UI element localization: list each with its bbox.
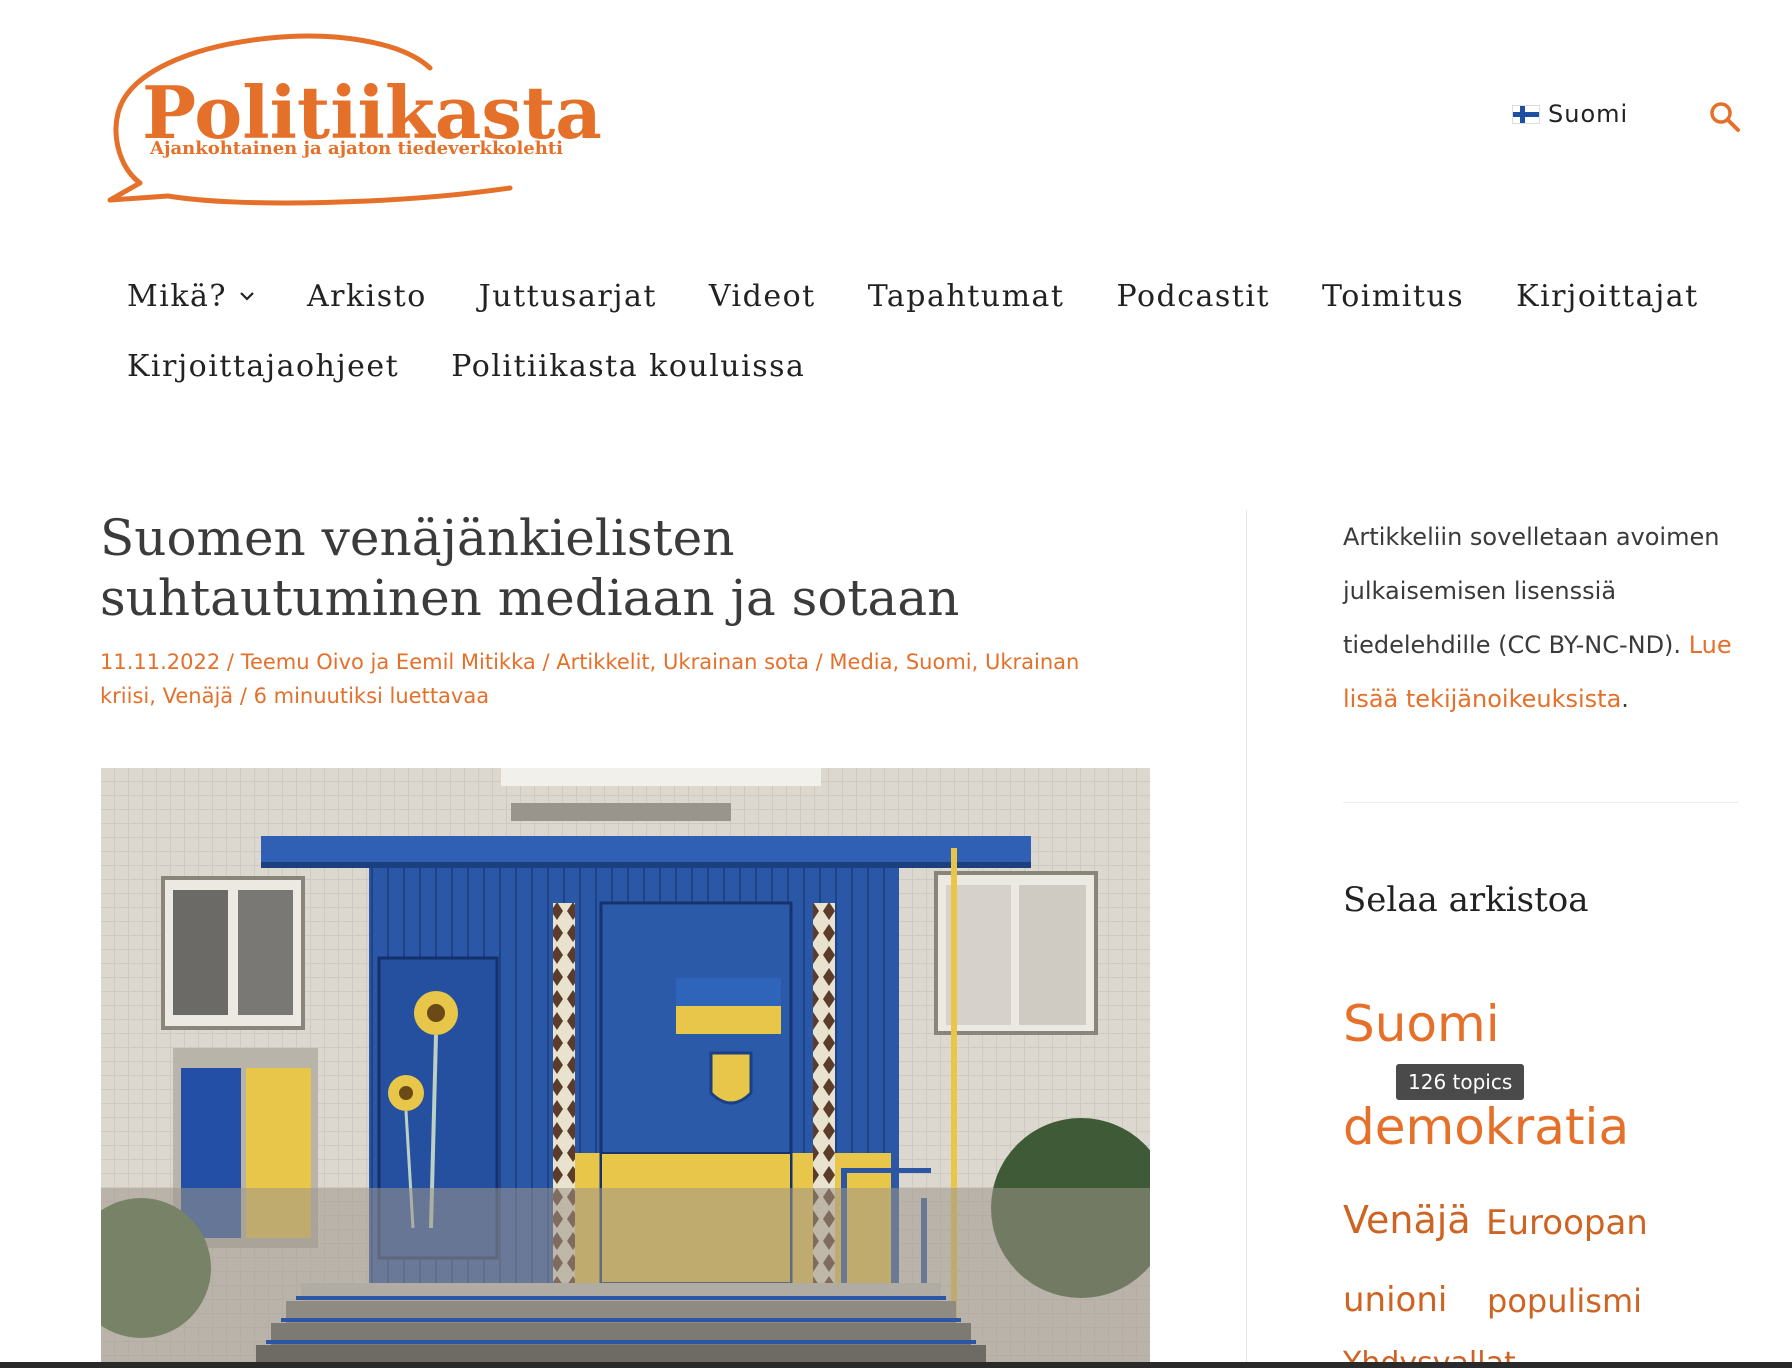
main-navigation: Mikä? Arkisto Juttusarjat Videot Tapahtu… (127, 272, 1727, 412)
nav-row: Mikä? Arkisto Juttusarjat Videot Tapahtu… (127, 272, 1727, 320)
separator: / (233, 684, 254, 708)
archive-heading: Selaa arkistoa (1343, 880, 1589, 920)
license-notice: Artikkeliin sovelletaan avoimen julkaise… (1343, 510, 1743, 726)
tag-cloud-item[interactable]: populismi (1487, 1282, 1642, 1320)
article-hero-image (101, 768, 1150, 1368)
page: Politiikasta Ajankohtainen ja ajaton tie… (0, 0, 1792, 1368)
separator: , (649, 650, 664, 674)
separator: / (220, 650, 241, 674)
nav-item-kirjoittajat[interactable]: Kirjoittajat (1516, 279, 1699, 314)
separator: , (149, 684, 163, 708)
category-link[interactable]: Ukrainan sota (663, 650, 809, 674)
search-button[interactable] (1708, 100, 1742, 134)
category-link[interactable]: Artikkelit (556, 650, 649, 674)
window-bottom-edge (0, 1362, 1792, 1368)
nav-item-politiikasta-kouluissa[interactable]: Politiikasta kouluissa (451, 349, 805, 384)
language-switcher[interactable]: Suomi (1512, 100, 1628, 128)
tag-cloud-item[interactable]: demokratia (1343, 1098, 1629, 1156)
license-text: Artikkeliin sovelletaan avoimen julkaise… (1343, 523, 1720, 659)
nav-item-podcastit[interactable]: Podcastit (1116, 279, 1270, 314)
nav-row: Kirjoittajaohjeet Politiikasta kouluissa (127, 342, 1727, 390)
nav-item-arkisto[interactable]: Arkisto (307, 279, 427, 314)
reading-time: 6 minuutiksi luettavaa (253, 684, 490, 708)
article-title-line: Suomen venäjänkielisten (100, 509, 735, 567)
nav-item-videot[interactable]: Videot (709, 279, 816, 314)
tag-cloud-item[interactable]: Euroopan (1486, 1203, 1648, 1243)
article-author[interactable]: Teemu Oivo ja Eemil Mitikka (241, 650, 536, 674)
separator: / (535, 650, 557, 674)
search-icon (1710, 102, 1740, 132)
tag-tooltip: 126 topics (1396, 1064, 1525, 1100)
license-suffix: . (1621, 685, 1629, 713)
separator: , (892, 650, 906, 674)
tag-cloud-item[interactable]: unioni (1343, 1280, 1447, 1320)
separator: , (971, 650, 985, 674)
sidebar-divider-horizontal (1343, 802, 1738, 803)
article-date[interactable]: 11.11.2022 (100, 650, 220, 674)
article-title-line: suhtautuminen mediaan ja sotaan (100, 569, 960, 627)
logo-tagline: Ajankohtainen ja ajaton tiedeverkkolehti (150, 138, 563, 159)
finland-flag-icon (1512, 104, 1540, 124)
tag-cloud-item[interactable]: Suomi (1343, 995, 1500, 1053)
tag-link[interactable]: Venäjä (163, 684, 234, 708)
tag-cloud-item[interactable]: Venäjä (1343, 1198, 1471, 1242)
language-label: Suomi (1548, 100, 1629, 128)
tag-link[interactable]: Suomi (906, 650, 972, 674)
nav-item-kirjoittajaohjeet[interactable]: Kirjoittajaohjeet (127, 349, 399, 384)
chevron-down-icon (240, 292, 254, 301)
article-meta: 11.11.2022 / Teemu Oivo ja Eemil Mitikka… (100, 645, 1130, 713)
separator: / (808, 650, 830, 674)
nav-item-toimitus[interactable]: Toimitus (1322, 279, 1464, 314)
nav-item-label: Mikä? (127, 278, 227, 314)
site-logo[interactable]: Politiikasta Ajankohtainen ja ajaton tie… (100, 28, 602, 208)
tag-link[interactable]: Media (829, 650, 892, 674)
sidebar-divider (1246, 510, 1247, 1368)
nav-item-juttusarjat[interactable]: Juttusarjat (479, 279, 657, 314)
nav-item-mika[interactable]: Mikä? (127, 279, 255, 314)
nav-item-tapahtumat[interactable]: Tapahtumat (868, 279, 1065, 314)
article-title: Suomen venäjänkielisten suhtautuminen me… (100, 508, 1100, 628)
